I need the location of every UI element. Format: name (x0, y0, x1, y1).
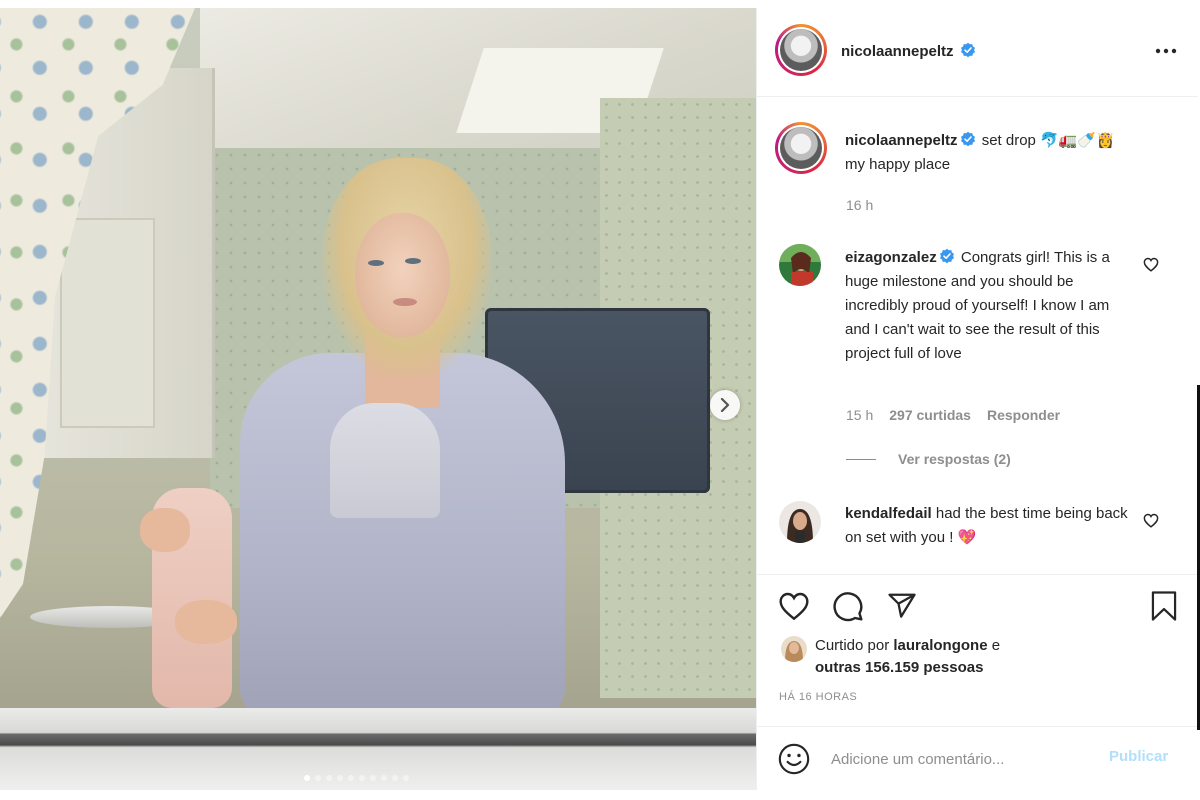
verified-badge-icon (939, 248, 954, 264)
carousel-dot (315, 775, 321, 781)
comment-button[interactable] (831, 590, 865, 624)
photo-person-hand (140, 508, 190, 552)
commenter-avatar[interactable] (779, 244, 821, 286)
more-options-icon (1155, 48, 1177, 54)
carousel-dot (381, 775, 387, 781)
liked-by-conj: e (991, 637, 1001, 654)
reply-button[interactable]: Responder (987, 407, 1060, 423)
post-timestamp[interactable]: HÁ 16 HORAS (779, 691, 857, 703)
photo-person-face (355, 213, 450, 338)
heart-icon (1143, 257, 1159, 272)
verified-badge-icon (960, 131, 975, 147)
comment-input[interactable] (831, 746, 1091, 772)
avatar-image (779, 501, 821, 543)
caption-username[interactable]: nicolaannepeltz (845, 132, 958, 149)
more-options-button[interactable] (1155, 42, 1177, 57)
share-button[interactable] (885, 590, 919, 624)
liked-by-prefix: Curtido por (815, 637, 890, 654)
liked-by: Curtido por lauralongone e outras 156.15… (815, 635, 1000, 679)
header-divider (757, 96, 1198, 97)
publish-button[interactable]: Publicar (1109, 748, 1168, 765)
carousel-dot (359, 775, 365, 781)
comment: eizagonzalez Congrats girl! This is a hu… (845, 246, 1135, 366)
liked-by-others[interactable]: outras 156.159 pessoas (815, 659, 983, 676)
heart-icon (779, 592, 809, 620)
bookmark-icon (1151, 591, 1177, 621)
carousel-dot (304, 775, 310, 781)
carousel-next-button[interactable] (710, 390, 740, 420)
post-photo[interactable] (0, 8, 756, 790)
caption-text-line2: my happy place (845, 156, 951, 173)
comment-meta: 15 h 297 curtidas Responder (846, 407, 1060, 423)
photo-person-eye (368, 260, 384, 266)
photo-person-top (330, 403, 440, 518)
author-username[interactable]: nicolaannepeltz (841, 43, 954, 60)
carousel-dot (348, 775, 354, 781)
share-icon (888, 593, 916, 618)
post-caption: nicolaannepeltz set drop 🐬🚛🍼👸 my happy p… (845, 129, 1185, 177)
like-button[interactable] (777, 590, 811, 624)
verified-badge-icon (960, 42, 975, 58)
post-side-panel: nicolaannepeltz nicolaannepeltz set drop… (756, 8, 1198, 790)
comment-username[interactable]: eizagonzalez (845, 249, 937, 266)
photo-cabinet-door (60, 218, 155, 428)
comment-like-button[interactable] (1143, 257, 1159, 275)
carousel-dot (337, 775, 343, 781)
emoji-icon (778, 743, 810, 775)
avatar-image (779, 244, 821, 286)
carousel-dots (304, 775, 409, 781)
chevron-right-icon (720, 398, 730, 412)
avatar-image (781, 636, 807, 662)
liker-avatar[interactable] (781, 636, 807, 662)
caption-author-avatar[interactable] (775, 122, 827, 174)
post-header-name: nicolaannepeltz (841, 42, 978, 61)
view-replies-button[interactable]: Ver respostas (2) (846, 451, 1011, 467)
comment: kendalfedail had the best time being bac… (845, 502, 1135, 550)
heart-icon (1143, 513, 1159, 528)
comment-icon (833, 592, 863, 622)
photo-person-eye (405, 258, 421, 264)
comment-likes-count[interactable]: 297 curtidas (889, 407, 971, 423)
actions-divider (757, 574, 1198, 575)
emoji-button[interactable] (777, 742, 811, 779)
comment-username[interactable]: kendalfedail (845, 505, 932, 522)
author-avatar[interactable] (775, 24, 827, 76)
post-actions (777, 590, 919, 624)
comment-box-divider (757, 726, 1198, 727)
view-replies-label: Ver respostas (2) (898, 451, 1011, 467)
photo-person-lips (393, 298, 417, 306)
liked-by-user[interactable]: lauralongone (893, 637, 987, 654)
carousel-dot (326, 775, 332, 781)
caption-text: set drop 🐬🚛🍼👸 (981, 132, 1115, 149)
carousel-dot (370, 775, 376, 781)
caption-timestamp[interactable]: 16 h (846, 197, 873, 213)
replies-line (846, 458, 876, 460)
comment-like-button[interactable] (1143, 513, 1159, 531)
comment-timestamp[interactable]: 15 h (846, 407, 873, 423)
photo-person-hand (175, 600, 237, 644)
carousel-dot (403, 775, 409, 781)
save-button[interactable] (1147, 590, 1181, 624)
commenter-avatar[interactable] (779, 501, 821, 543)
carousel-dot (392, 775, 398, 781)
